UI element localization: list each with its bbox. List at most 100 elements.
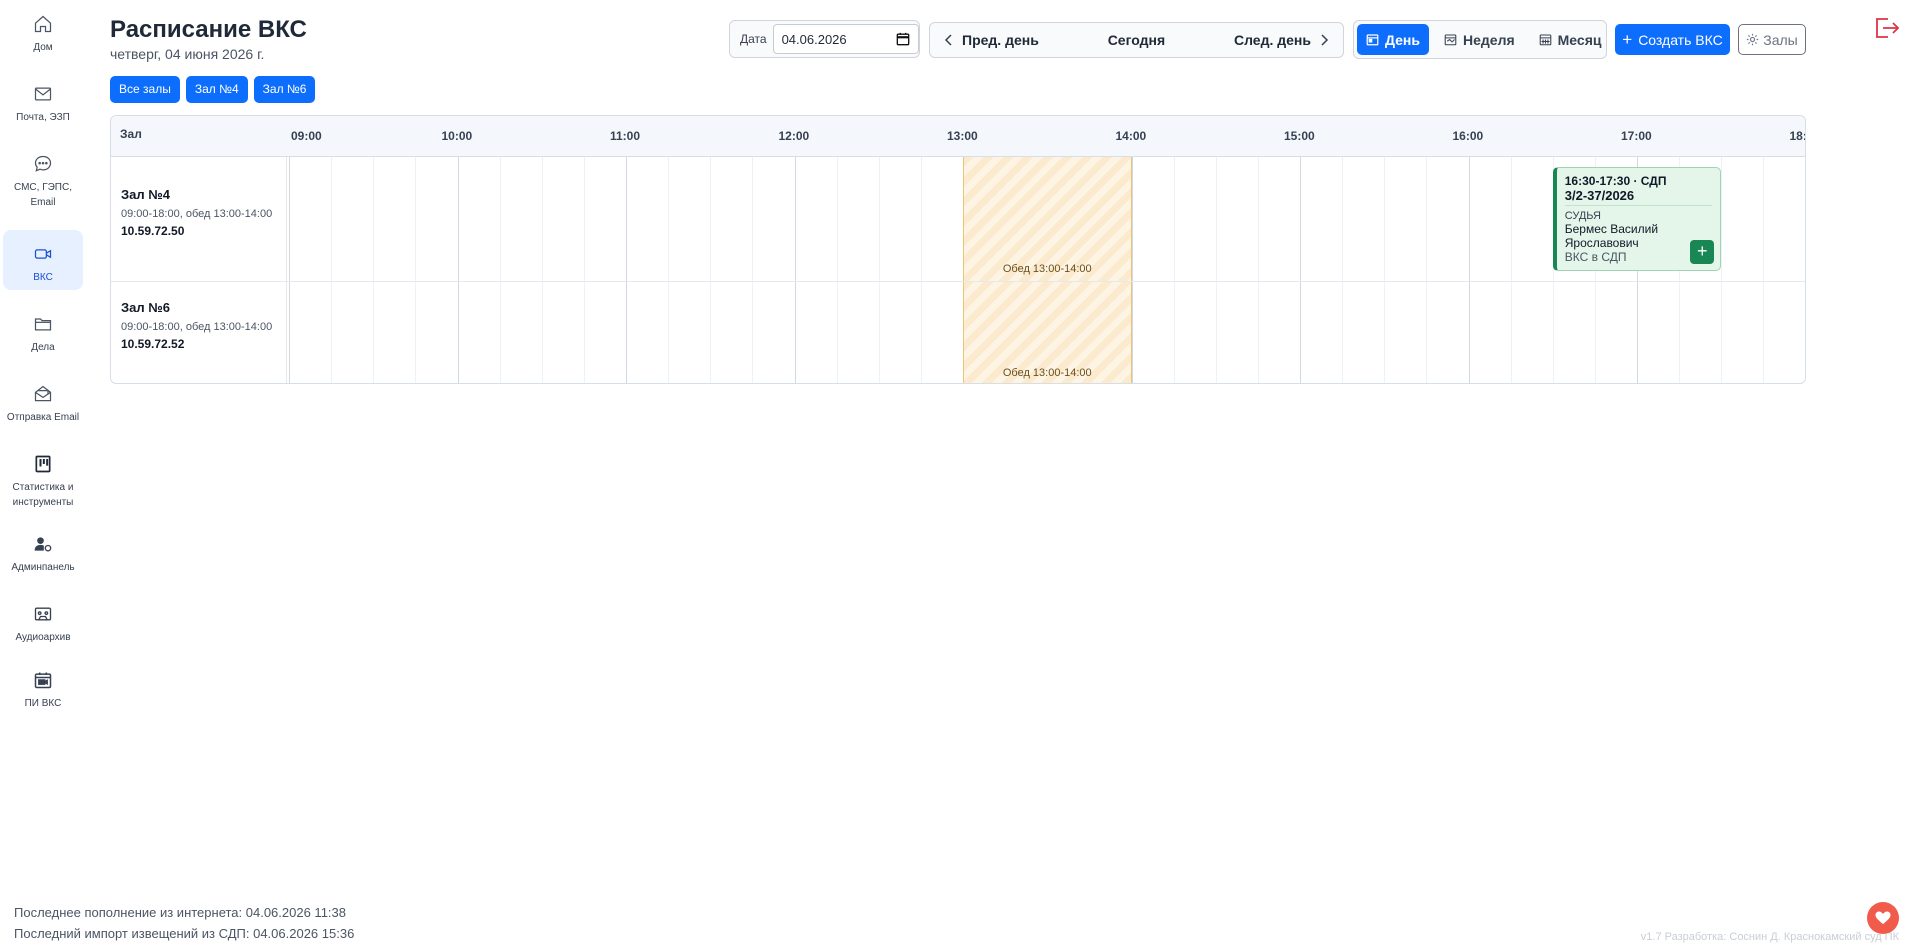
calendar-week-icon (1444, 34, 1457, 46)
quarter-gridline (373, 282, 375, 383)
quarter-gridline (1552, 282, 1554, 383)
sidebar-item-label: СМС, ГЭПС, Email (13, 182, 72, 208)
quarter-gridline (1679, 282, 1681, 383)
date-input[interactable]: 04.06.2026 (772, 24, 919, 54)
quarter-gridline (1763, 282, 1765, 383)
quarter-gridline (1384, 282, 1386, 383)
sidebar-item-label: ПИ ВКС (24, 698, 62, 709)
sidebar-item-pi-vks[interactable]: ПИ ВКС (3, 656, 83, 722)
view-week-button[interactable]: Неделя (1435, 24, 1524, 55)
cassette-icon (34, 607, 52, 621)
halls-settings-label: Залы (1763, 31, 1798, 48)
filter-all-halls[interactable]: Все залы (110, 76, 180, 103)
sidebar-item-home[interactable]: Дом (3, 0, 83, 68)
hour-gridline (457, 157, 459, 281)
quarter-gridline (499, 157, 501, 281)
sidebar-item-sms[interactable]: СМС, ГЭПС, Email (3, 140, 83, 218)
calendar-day-icon (1366, 34, 1379, 46)
gear-icon (1747, 33, 1759, 46)
quarter-gridline (752, 157, 754, 281)
quarter-gridline (1173, 157, 1175, 281)
vks-event-card[interactable]: 16:30-17:30 · СДП 3/2-37/2026 СУДЬЯ Берм… (1552, 167, 1722, 271)
quarter-gridline (331, 157, 333, 281)
quarter-gridline (583, 157, 585, 281)
quarter-gridline (920, 157, 922, 281)
quarter-gridline (878, 157, 880, 281)
sidebar-item-audio-archive[interactable]: Аудиоархив (3, 590, 83, 656)
today-button[interactable]: Сегодня (1108, 32, 1165, 48)
feedback-button[interactable] (1867, 902, 1899, 934)
event-add-button[interactable]: + (1690, 240, 1715, 264)
view-week-label: Неделя (1463, 31, 1515, 48)
view-switcher: День Неделя Месяц (1353, 20, 1607, 59)
chevron-right-icon (1321, 34, 1329, 46)
quarter-gridline (1173, 282, 1175, 383)
hour-label: 12:00 (778, 129, 810, 143)
envelope-open-icon (34, 385, 52, 402)
quarter-gridline (1721, 282, 1723, 383)
sidebar-item-label: Админпанель (11, 562, 75, 573)
sidebar-item-label: Дом (33, 42, 53, 53)
hour-label: 09:00 (291, 129, 322, 143)
sidebar-item-label: Отправка Email (6, 412, 80, 423)
quarter-gridline (1763, 157, 1765, 281)
halls-settings-button[interactable]: Залы (1738, 24, 1806, 55)
home-icon (34, 15, 52, 33)
plus-icon: + (1622, 29, 1633, 49)
filter-hall-6[interactable]: Зал №6 (253, 76, 316, 103)
chevron-left-icon (944, 34, 952, 46)
quarter-gridline (752, 282, 754, 383)
prev-day-label: Пред. день (962, 32, 1039, 48)
hour-label: 17:00 (1621, 129, 1652, 143)
sidebar-item-send-email[interactable]: Отправка Email (3, 370, 83, 436)
credit-text: v1.7 Разработка: Соснин Д. Краснокамский… (1640, 931, 1899, 943)
quarter-gridline (1257, 282, 1259, 383)
sidebar-item-admin[interactable]: Админпанель (3, 520, 83, 586)
quarter-gridline (499, 282, 501, 383)
calendar-icon[interactable] (896, 32, 910, 46)
chat-icon (34, 155, 52, 172)
sidebar-item-vks[interactable]: ВКС (3, 230, 83, 290)
hour-gridline (1468, 282, 1470, 383)
last-sdp-import: Последний импорт извещений из СДП: 04.06… (14, 926, 355, 941)
page-title: Расписание ВКС (110, 16, 307, 43)
view-day-button[interactable]: День (1357, 24, 1429, 55)
hour-gridline (1806, 282, 1807, 384)
sidebar-item-statistics[interactable]: Статистика и инструменты (3, 440, 83, 514)
next-day-button[interactable]: След. день (1234, 32, 1329, 48)
view-month-button[interactable]: Месяц (1530, 24, 1611, 55)
create-vks-button[interactable]: + Создать ВКС (1615, 24, 1730, 55)
sidebar-item-cases[interactable]: Дела (3, 300, 83, 366)
schedule-grid: Зал 09:00 10:00 11:00 12:00 13:00 14:00 15:00 1… (110, 115, 1806, 384)
hour-gridline (1300, 157, 1301, 281)
view-month-label: Месяц (1557, 31, 1602, 48)
hall-row: Обед 13:00-14:00 Зал №4 09:00-18:00, обе… (111, 157, 1805, 282)
hall-hours: 09:00-18:00, обед 13:00-14:00 (121, 208, 273, 220)
hour-gridline (1300, 282, 1301, 383)
hour-label: 11:00 (610, 129, 641, 143)
quarter-gridline (1594, 282, 1596, 383)
hall-name: Зал №6 (121, 300, 170, 315)
quarter-gridline (668, 282, 670, 383)
date-value: 04.06.2026 (781, 31, 847, 47)
next-day-label: След. день (1233, 32, 1311, 48)
heart-icon (1875, 911, 1891, 924)
quarter-gridline (836, 157, 838, 281)
last-internet-update: Последнее пополнение из интернета: 04.06… (14, 905, 346, 920)
create-vks-label: Создать ВКС (1638, 31, 1723, 48)
prev-day-button[interactable]: Пред. день (944, 32, 1039, 48)
quarter-gridline (415, 282, 417, 383)
hall-ip: 10.59.72.50 (121, 224, 185, 238)
hour-label: 18:00 (1789, 129, 1806, 143)
day-navigation: Пред. день Сегодня След. день (929, 22, 1344, 58)
hour-label: 16:00 (1452, 129, 1484, 143)
hour-gridline (794, 282, 796, 383)
filter-hall-4[interactable]: Зал №4 (185, 76, 248, 103)
hour-gridline (1131, 157, 1133, 281)
folder-icon (34, 318, 52, 331)
hour-gridline (457, 282, 459, 383)
logout-icon[interactable] (1874, 16, 1900, 40)
sidebar-item-mail[interactable]: Почта, ЭЗП (3, 70, 83, 138)
quarter-gridline (1510, 157, 1512, 281)
quarter-gridline (1342, 157, 1344, 281)
